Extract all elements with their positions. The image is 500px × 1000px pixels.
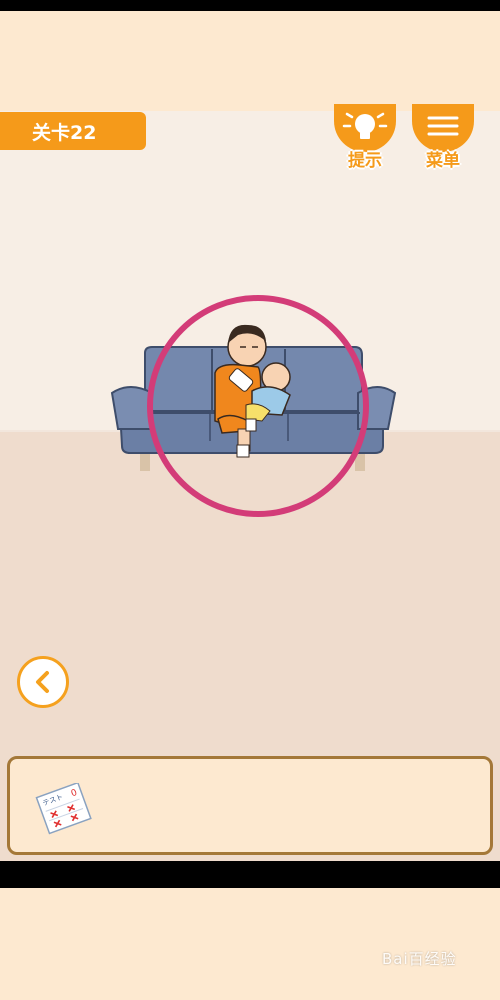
level-label: 关卡22	[32, 121, 97, 144]
inventory-item-test-paper[interactable]: テスト 0	[32, 781, 96, 835]
hamburger-menu-icon	[427, 116, 459, 136]
scene-illustration	[110, 295, 397, 517]
bottom-black-bar	[0, 861, 500, 888]
item-inventory: テスト 0	[7, 756, 493, 855]
back-button[interactable]	[17, 656, 69, 708]
menu-label: 菜单	[426, 151, 460, 171]
lower-margin	[0, 888, 500, 1000]
level-badge: 关卡22	[0, 112, 146, 150]
upper-margin	[0, 11, 500, 111]
watermark: Bai百经验	[382, 950, 457, 968]
test-paper-icon: テスト 0	[35, 781, 92, 835]
menu-button[interactable]: 菜单	[412, 104, 474, 171]
hint-button-circle	[334, 104, 396, 152]
chevron-left-icon	[36, 671, 49, 693]
game-scene[interactable]	[0, 111, 500, 861]
lightbulb-icon	[342, 112, 388, 139]
menu-button-circle	[412, 104, 474, 152]
hint-label: 提示	[348, 151, 382, 171]
hint-button[interactable]: 提示	[334, 104, 396, 171]
top-black-bar	[0, 0, 500, 11]
